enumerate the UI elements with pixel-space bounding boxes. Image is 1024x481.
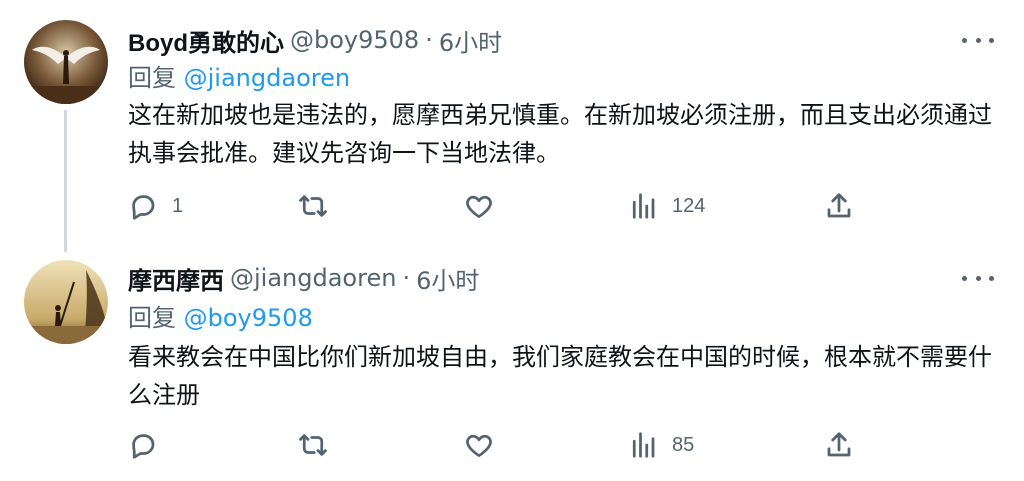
views-button[interactable]: 85 — [628, 425, 694, 465]
reply-prefix: 回复 — [128, 304, 184, 332]
replying-to: 回复 @jiangdaoren — [128, 62, 350, 94]
heart-icon — [466, 434, 492, 457]
reply-button[interactable] — [128, 425, 172, 465]
reply-prefix: 回复 — [128, 64, 184, 92]
mention-link[interactable]: @boy9508 — [184, 304, 313, 332]
author-handle[interactable]: @jiangdaoren — [230, 264, 396, 292]
timestamp[interactable]: 6小时 — [416, 261, 479, 296]
replying-to: 回复 @boy9508 — [128, 302, 313, 334]
tweet-header: 摩西摩西 @jiangdaoren · 6小时 — [128, 261, 479, 296]
reply-count: 1 — [172, 194, 184, 217]
moses-silhouette-avatar-icon — [24, 260, 108, 344]
separator-dot: · — [425, 26, 433, 54]
reply-button[interactable]: 1 — [128, 186, 183, 226]
more-options-icon[interactable] — [962, 268, 994, 288]
tweet-text: 这在新加坡也是违法的，愿摩西弟兄慎重。在新加坡必须注册，而且支出必须通过执事会批… — [128, 101, 992, 167]
author-name[interactable]: Boyd勇敢的心 — [128, 23, 284, 58]
views-count: 85 — [672, 433, 695, 456]
timestamp[interactable]: 6小时 — [439, 23, 502, 58]
avatar[interactable] — [24, 20, 108, 104]
like-button[interactable] — [464, 186, 508, 226]
reply-bubble-icon — [132, 434, 155, 459]
tweet-actions: 1 124 — [128, 186, 858, 226]
tweet-2[interactable]: 摩西摩西 @jiangdaoren · 6小时 回复 @boy9508 看来教会… — [0, 250, 1024, 481]
share-icon — [827, 432, 851, 457]
share-button[interactable] — [824, 425, 854, 465]
like-button[interactable] — [464, 425, 508, 465]
author-handle[interactable]: @boy9508 — [290, 26, 419, 54]
tweet-header: Boyd勇敢的心 @boy9508 · 6小时 — [128, 23, 502, 58]
views-chart-icon — [632, 193, 655, 219]
separator-dot: · — [402, 264, 411, 292]
retweet-button[interactable] — [298, 425, 342, 465]
retweet-button[interactable] — [298, 186, 342, 226]
tweet-text: 看来教会在中国比你们新加坡自由，我们家庭教会在中国的时候，根本就不需要什么注册 — [128, 343, 992, 409]
more-options-icon[interactable] — [962, 30, 994, 50]
views-chart-icon — [632, 432, 655, 458]
views-count: 124 — [672, 194, 706, 217]
mention-link[interactable]: @jiangdaoren — [184, 64, 350, 92]
tweet-actions: 85 — [128, 425, 858, 465]
thread-connector-line — [64, 110, 67, 252]
share-icon — [827, 193, 851, 218]
views-button[interactable]: 124 — [628, 186, 705, 226]
reply-bubble-icon — [132, 195, 155, 220]
share-button[interactable] — [824, 186, 854, 226]
heart-icon — [466, 195, 492, 218]
tweet-1[interactable]: Boyd勇敢的心 @boy9508 · 6小时 回复 @jiangdaoren … — [0, 0, 1024, 252]
author-name[interactable]: 摩西摩西 — [128, 261, 224, 296]
retweet-icon — [299, 195, 327, 217]
angel-wings-avatar-icon — [24, 20, 108, 104]
avatar[interactable] — [24, 260, 108, 344]
retweet-icon — [299, 434, 327, 456]
